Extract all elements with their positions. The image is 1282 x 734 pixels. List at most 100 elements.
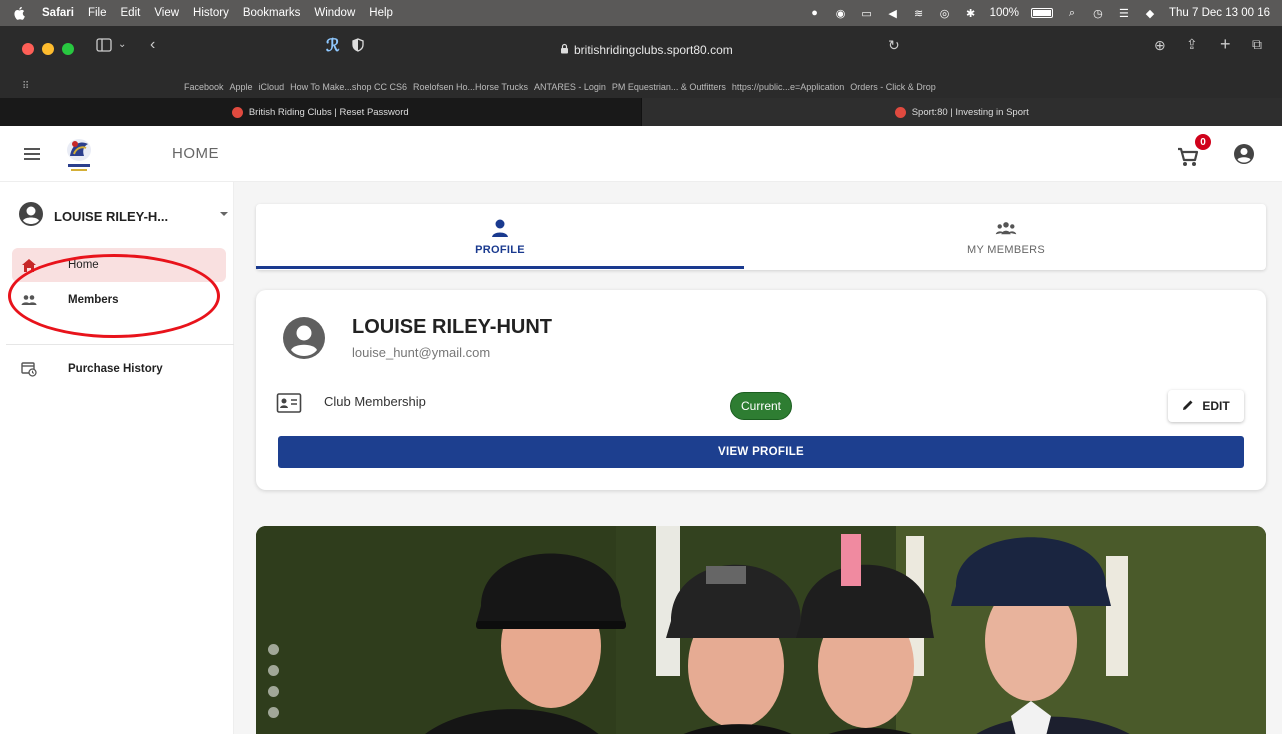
carousel-dot[interactable] xyxy=(268,644,279,655)
app-header: HOME 0 xyxy=(0,126,1282,182)
menubar-status-area: ● ◉ ▭ ◀ ≋ ◎ ✱ 100% ⌕ ◷ ☰ ◆ Thu 7 Dec 13 … xyxy=(808,7,1270,20)
reload-icon[interactable]: ↻ xyxy=(888,37,900,54)
view-profile-button[interactable]: VIEW PROFILE xyxy=(278,436,1244,468)
sidebar-toggle-icon[interactable] xyxy=(96,38,112,55)
avatar xyxy=(282,316,326,360)
membership-label: Club Membership xyxy=(324,394,426,409)
edit-button-label: EDIT xyxy=(1202,399,1230,413)
bookmark-item[interactable]: Roelofsen Ho...Horse Trucks xyxy=(413,82,528,92)
battery-icon[interactable] xyxy=(1030,8,1053,18)
profile-name: LOUISE RILEY-HUNT xyxy=(352,316,553,338)
main-content: PROFILE MY MEMBERS LOUISE RILEY-HUNT lou… xyxy=(234,182,1282,734)
profile-email: louise_hunt@ymail.com xyxy=(352,345,491,360)
bookmark-item[interactable]: ANTARES - Login xyxy=(534,82,606,92)
privacy-shield-icon[interactable] xyxy=(352,38,364,55)
wifi-icon[interactable]: ≋ xyxy=(912,7,926,20)
group-icon xyxy=(995,218,1017,238)
hamburger-menu-icon[interactable] xyxy=(24,148,40,160)
grid-icon[interactable]: ⠿ xyxy=(22,81,29,92)
person-icon xyxy=(489,218,511,238)
bookmarks-bar: ⠿ Facebook Apple iCloud How To Make...sh… xyxy=(0,76,1282,98)
tab-overview-icon[interactable]: ⧉ xyxy=(1252,36,1262,53)
menu-bookmarks[interactable]: Bookmarks xyxy=(243,7,301,19)
carousel-dots xyxy=(268,644,279,718)
bookmark-item[interactable]: https://public...e=Application xyxy=(732,82,844,92)
control-center-icon[interactable]: ☰ xyxy=(1117,7,1131,20)
browser-tab[interactable]: British Riding Clubs | Reset Password xyxy=(0,98,641,126)
favicon-icon xyxy=(894,106,906,118)
active-tab-indicator xyxy=(256,266,744,269)
sidebar-item-label: Members xyxy=(68,294,119,306)
volume-icon[interactable]: ◀ xyxy=(886,7,900,20)
new-tab-icon[interactable]: + xyxy=(1220,34,1231,55)
window-close-button[interactable] xyxy=(22,43,34,55)
menu-help[interactable]: Help xyxy=(369,7,393,19)
menu-view[interactable]: View xyxy=(154,7,179,19)
battery-percent: 100% xyxy=(989,7,1019,19)
status-app-icon-2[interactable]: ◉ xyxy=(834,7,848,20)
tab-label: MY MEMBERS xyxy=(967,244,1045,256)
edit-button[interactable]: EDIT xyxy=(1168,390,1244,422)
airplay-icon[interactable]: ◎ xyxy=(938,7,952,20)
bookmark-item[interactable]: Orders - Click & Drop xyxy=(850,82,936,92)
share-icon[interactable]: ⇪ xyxy=(1186,36,1198,53)
carousel-dot[interactable] xyxy=(268,707,279,718)
back-arrow-icon[interactable]: ‹ xyxy=(150,36,155,54)
sidebar-item-purchase-history[interactable]: Purchase History xyxy=(12,352,226,386)
bookmark-item[interactable]: Apple xyxy=(230,82,253,92)
browser-tab-title: Sport:80 | Investing in Sport xyxy=(911,106,1029,118)
window-zoom-button[interactable] xyxy=(62,43,74,55)
menu-edit[interactable]: Edit xyxy=(121,7,141,19)
extension-icon[interactable]: ℛ xyxy=(326,36,340,56)
menu-window[interactable]: Window xyxy=(314,7,355,19)
sidebar-divider xyxy=(6,344,234,345)
spotlight-icon[interactable]: ⌕ xyxy=(1065,7,1079,19)
browser-tab-strip: British Riding Clubs | Reset Password Sp… xyxy=(0,98,1282,126)
hero-photo xyxy=(256,526,1266,734)
time-machine-icon[interactable]: ◷ xyxy=(1091,7,1105,20)
sidebar-item-label: Home xyxy=(68,259,99,271)
screen: Safari File Edit View History Bookmarks … xyxy=(0,0,1282,734)
menu-app-name[interactable]: Safari xyxy=(42,7,74,19)
user-menu[interactable]: LOUISE RILEY-H... xyxy=(18,201,228,232)
chevron-down-icon[interactable]: ⌄ xyxy=(118,39,126,50)
downloads-icon[interactable]: ⊕ xyxy=(1154,37,1166,54)
siri-icon[interactable]: ◆ xyxy=(1143,7,1157,20)
status-app-icon[interactable]: ● xyxy=(808,7,822,19)
window-minimize-button[interactable] xyxy=(42,43,54,55)
apple-icon[interactable] xyxy=(12,5,26,21)
bookmark-item[interactable]: Facebook xyxy=(184,82,224,92)
sidebar-item-label: Purchase History xyxy=(68,363,163,375)
favicon-icon xyxy=(231,106,243,118)
menu-file[interactable]: File xyxy=(88,7,107,19)
browser-tab-title: British Riding Clubs | Reset Password xyxy=(248,106,409,118)
safari-toolbar: ⌄ ‹ ℛ britishridingclubs.sport80.com ↻ ⊕… xyxy=(0,26,1282,76)
carousel-dot[interactable] xyxy=(268,665,279,676)
menu-history[interactable]: History xyxy=(193,7,229,19)
riders-photo-illustration xyxy=(256,526,1266,734)
carousel-dot[interactable] xyxy=(268,686,279,697)
tab-my-members[interactable]: MY MEMBERS xyxy=(762,204,1250,270)
page-title: HOME xyxy=(172,145,219,162)
menubar-clock[interactable]: Thu 7 Dec 13 00 16 xyxy=(1169,7,1270,19)
bookmark-item[interactable]: PM Equestrian... & Outfitters xyxy=(612,82,726,92)
bookmark-item[interactable]: How To Make...shop CC CS6 xyxy=(290,82,407,92)
sidebar-item-members[interactable]: Members xyxy=(12,283,226,317)
tab-profile[interactable]: PROFILE xyxy=(256,204,744,270)
bookmark-item[interactable]: iCloud xyxy=(259,82,285,92)
membership-card-icon xyxy=(276,392,302,414)
purchase-history-icon xyxy=(20,360,38,378)
account-circle-icon[interactable] xyxy=(1233,143,1255,165)
sidebar-item-home[interactable]: Home xyxy=(12,248,226,282)
caret-down-icon[interactable] xyxy=(220,212,228,216)
home-icon xyxy=(20,256,38,274)
tab-label: PROFILE xyxy=(475,244,525,256)
status-badge: Current xyxy=(730,392,792,420)
bluetooth-icon[interactable]: ✱ xyxy=(964,7,978,20)
address-bar[interactable]: britishridingclubs.sport80.com xyxy=(560,40,760,60)
screen-mirroring-icon[interactable]: ▭ xyxy=(860,7,874,20)
account-circle-icon xyxy=(18,201,44,232)
british-riding-clubs-logo[interactable] xyxy=(60,134,98,174)
browser-tab[interactable]: Sport:80 | Investing in Sport xyxy=(640,98,1282,126)
people-icon xyxy=(20,291,38,309)
